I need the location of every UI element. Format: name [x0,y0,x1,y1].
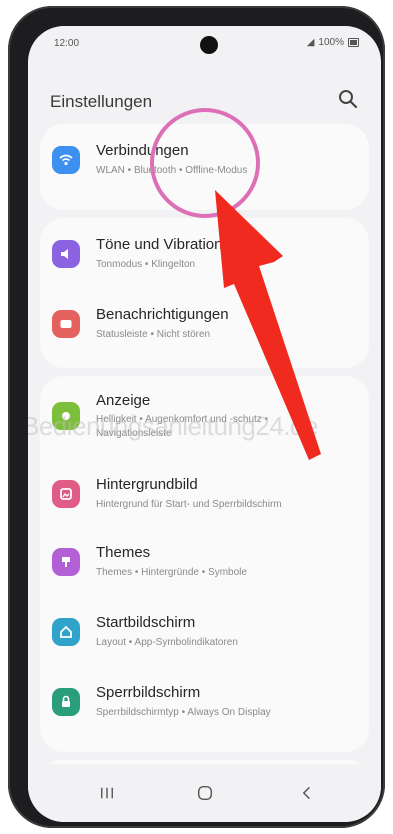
settings-item-display[interactable]: Anzeige Helligkeit • Augenkomfort und -s… [40,376,369,456]
status-time: 12:00 [54,38,80,49]
phone-frame: 12:00 ◢ 100% Einstellungen Verbindungen … [8,6,385,828]
settings-item-subtitle: Helligkeit • Augenkomfort und -schutz • [96,414,269,425]
settings-item-subtitle: Layout • App-Symbolindikatoren [96,637,238,648]
notification-icon [52,310,80,338]
settings-item-label: Sperrbildschirm [96,684,201,701]
battery-text: 100% [318,37,344,48]
settings-item-themes[interactable]: Themes Themes • Hintergründe • Symbole [40,528,369,598]
settings-screen: 12:00 ◢ 100% Einstellungen Verbindungen … [28,26,381,822]
signal-icon: ◢ [306,37,315,48]
recent-apps-icon[interactable] [92,782,122,804]
status-bar: 12:00 ◢ 100% [28,26,381,62]
settings-item-label: Hintergrundbild [96,476,198,493]
lock-icon [52,688,80,716]
wallpaper-icon [52,480,80,508]
settings-item-subtitle: Sperrbildschirmtyp • Always On Display [96,707,271,718]
settings-item-label: Startbildschirm [96,614,196,631]
settings-item-lock-screen[interactable]: Sperrbildschirm Sperrbildschirmtyp • Alw… [40,668,369,738]
settings-item-label: Themes [96,544,151,561]
themes-icon [52,548,80,576]
settings-item-notifications[interactable]: Benachrichtigungen Statusleiste • Nicht … [40,292,369,364]
battery-icon [348,38,359,47]
home-button-icon[interactable] [190,782,220,804]
display-icon [52,402,80,430]
settings-item-wallpaper[interactable]: Hintergrundbild Hintergrund für Start- u… [40,458,369,528]
settings-item-subtitle: Tonmodus • Klingelton [96,259,196,270]
search-icon[interactable] [337,88,359,110]
settings-item-label: Benachrichtigungen [96,306,229,323]
page-title: Einstellungen [50,92,153,111]
back-icon[interactable] [292,782,322,804]
settings-item-label: Anzeige [96,392,151,409]
navigation-bar [28,764,381,822]
highlight-circle [150,108,260,218]
status-right: ◢ 100% [307,37,359,48]
settings-item-subtitle: Themes • Hintergründe • Symbole [96,567,247,578]
settings-card-sound: Töne und Vibration Tonmodus • Klingelton… [40,218,369,368]
speaker-icon [52,240,80,268]
wifi-icon [52,146,80,174]
home-icon [52,618,80,646]
settings-item-subtitle: Hintergrund für Start- und Sperrbildschi… [96,499,282,510]
settings-item-subtitle-line2: Navigationsleiste [96,428,172,439]
settings-item-subtitle: Statusleiste • Nicht stören [96,329,211,340]
settings-item-sound[interactable]: Töne und Vibration Tonmodus • Klingelton [40,218,369,290]
settings-item-label: Töne und Vibration [96,236,223,253]
settings-card-display: Anzeige Helligkeit • Augenkomfort und -s… [40,376,369,752]
settings-item-home-screen[interactable]: Startbildschirm Layout • App-Symbolindik… [40,598,369,668]
